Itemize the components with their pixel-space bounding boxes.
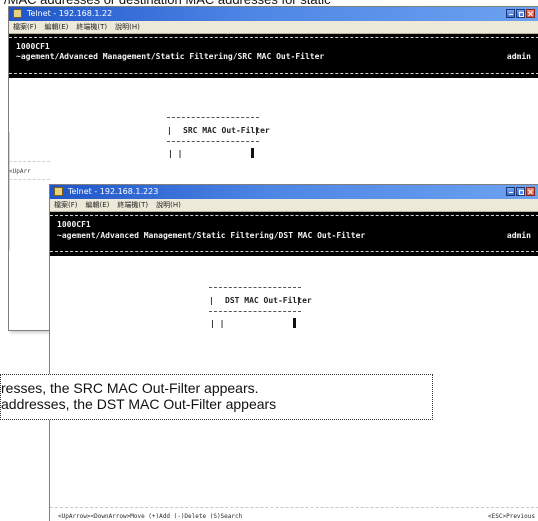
terminal-area[interactable]: 1000CF1 ~agement/Advanced Management/Sta… [50,212,538,521]
terminal-header: 1000CF1 ~agement/Advanced Management/Sta… [9,34,538,78]
text-cursor [251,148,254,158]
side-help-top-divider [9,161,50,162]
maximize-icon[interactable] [516,187,525,196]
window-titlebar[interactable]: Telnet - 192.168.1.22 [9,7,538,21]
side-help-bottom-divider [9,179,50,180]
terminal-header: 1000CF1 ~agement/Advanced Management/Sta… [50,212,538,256]
footer-divider [50,507,538,508]
menu-edit[interactable]: 編輯(E) [86,199,110,211]
dst-mac-out-filter-dialog: | DST MAC Out-Filter | | | [209,287,312,339]
close-icon[interactable] [526,187,535,196]
mac-entry-field[interactable]: | | [168,148,258,160]
dialog-top-border [167,117,259,118]
entry-brackets: | | [210,319,225,328]
window-controls [506,187,535,196]
caption-line-2: addresses, the DST MAC Out-Filter appear… [1,396,277,412]
dialog-right-border: | [254,126,259,135]
dialog-left-border: | [209,296,214,305]
footer-left-commands: <UpArrow><DownArrow>Move (+)Add (-)Delet… [58,513,243,520]
menu-help[interactable]: 說明(H) [156,199,181,211]
dialog-left-border: | [167,126,172,135]
explanation-box: resses, the SRC MAC Out-Filter appears. … [0,374,433,420]
header-bottom-divider [9,73,538,74]
telnet-window-dst[interactable]: Telnet - 192.168.1.223 檔案(F) 編輯(E) 終端機(T… [49,184,538,521]
text-cursor [293,318,296,328]
close-icon[interactable] [526,9,535,18]
device-name: 1000CF1 [57,220,91,229]
dialog-separator [167,141,259,142]
dialog-right-border: | [296,296,301,305]
caption-line-1: resses, the SRC MAC Out-Filter appears. [1,380,259,396]
window-title: Telnet - 192.168.1.223 [68,187,159,196]
menu-file[interactable]: 檔案(F) [54,199,78,211]
window-title: Telnet - 192.168.1.22 [27,9,113,18]
menu-file[interactable]: 檔案(F) [13,21,37,33]
src-mac-out-filter-dialog: | SRC MAC Out-Filter | | | [167,117,270,169]
footer-right-command: <ESC>Previous [488,513,535,520]
mac-entry-field[interactable]: | | [210,318,300,330]
left-edge-line [9,132,10,250]
header-bottom-divider [50,251,538,252]
header-top-divider [50,215,538,216]
current-user: admin [506,52,531,61]
menu-bar: 檔案(F) 編輯(E) 終端機(T) 說明(H) [50,199,538,212]
terminal-window-icon [13,9,22,18]
minimize-icon[interactable] [506,9,515,18]
menu-help[interactable]: 說明(H) [115,21,140,33]
footer-command-bar: <UpArrow><DownArrow>Move (+)Add (-)Delet… [58,512,535,521]
window-controls [506,9,535,18]
menu-edit[interactable]: 編輯(E) [45,21,69,33]
window-titlebar[interactable]: Telnet - 192.168.1.223 [50,185,538,199]
current-user: admin [506,231,531,240]
side-help-text: <UpArr [9,168,31,175]
dialog-separator [209,311,301,312]
menu-terminal[interactable]: 終端機(T) [76,21,107,33]
header-top-divider [9,37,538,38]
menu-bar: 檔案(F) 編輯(E) 終端機(T) 說明(H) [9,21,538,34]
entry-brackets: | | [168,149,183,158]
terminal-window-icon [54,187,63,196]
dialog-top-border [209,287,301,288]
menu-path: ~agement/Advanced Management/Static Filt… [16,52,325,61]
minimize-icon[interactable] [506,187,515,196]
menu-path: ~agement/Advanced Management/Static Filt… [57,231,366,240]
maximize-icon[interactable] [516,9,525,18]
menu-terminal[interactable]: 終端機(T) [117,199,148,211]
